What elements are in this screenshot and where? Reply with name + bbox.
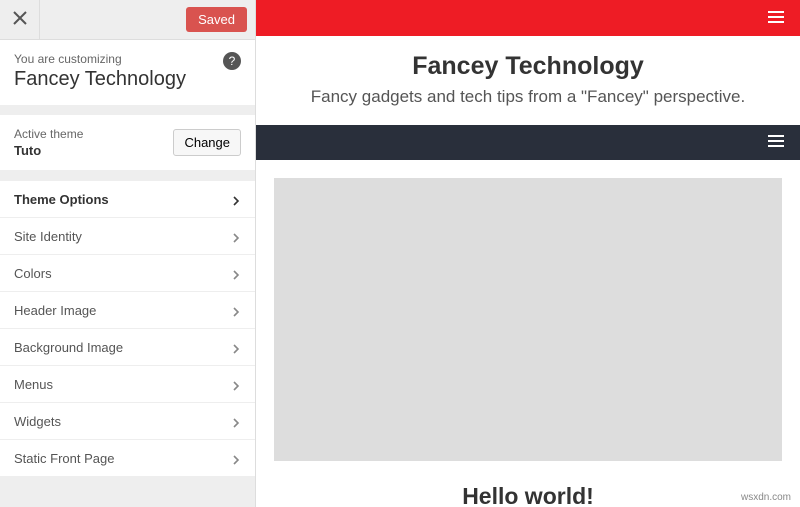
post-card: Hello world! xyxy=(274,178,782,507)
saved-button[interactable]: Saved xyxy=(186,7,247,32)
close-icon xyxy=(13,11,27,28)
panel-colors[interactable]: Colors xyxy=(0,255,255,292)
panel-label: Colors xyxy=(14,266,52,281)
watermark: wsxdn.com xyxy=(738,491,794,504)
customizing-heading: You are customizing Fancey Technology ? xyxy=(0,40,255,105)
chevron-right-icon xyxy=(231,194,241,204)
panel-site-identity[interactable]: Site Identity xyxy=(0,218,255,255)
panel-theme-options[interactable]: Theme Options xyxy=(0,181,255,218)
featured-image-placeholder xyxy=(274,178,782,461)
chevron-right-icon xyxy=(231,231,241,241)
active-theme-block: Active theme Tuto Change xyxy=(0,105,255,171)
site-name: Fancey Technology xyxy=(14,68,241,91)
content-area: Hello world! xyxy=(256,160,800,507)
panel-static-front-page[interactable]: Static Front Page xyxy=(0,440,255,477)
chevron-right-icon xyxy=(231,342,241,352)
panel-label: Header Image xyxy=(14,303,96,318)
active-theme-name: Tuto xyxy=(14,143,83,158)
panel-label: Static Front Page xyxy=(14,451,114,466)
panel-label: Background Image xyxy=(14,340,123,355)
panel-widgets[interactable]: Widgets xyxy=(0,403,255,440)
chevron-right-icon xyxy=(231,453,241,463)
panel-menus[interactable]: Menus xyxy=(0,366,255,403)
customizing-label: You are customizing xyxy=(14,52,241,66)
post-title[interactable]: Hello world! xyxy=(274,483,782,507)
top-accent-bar xyxy=(256,0,800,36)
chevron-right-icon xyxy=(231,416,241,426)
preview-pane: Fancey Technology Fancy gadgets and tech… xyxy=(256,0,800,507)
main-nav-bar xyxy=(256,125,800,160)
change-theme-button[interactable]: Change xyxy=(173,129,241,156)
active-theme-label: Active theme xyxy=(14,127,83,141)
close-button[interactable] xyxy=(0,0,40,40)
divider xyxy=(0,171,255,181)
panel-label: Menus xyxy=(14,377,53,392)
panel-header-image[interactable]: Header Image xyxy=(0,292,255,329)
panel-label: Widgets xyxy=(14,414,61,429)
chevron-right-icon xyxy=(231,268,241,278)
chevron-right-icon xyxy=(231,379,241,389)
help-icon[interactable]: ? xyxy=(223,52,241,70)
customizer-sidebar: Saved You are customizing Fancey Technol… xyxy=(0,0,256,507)
sidebar-footer-space xyxy=(0,477,255,507)
menu-icon[interactable] xyxy=(766,7,786,30)
chevron-right-icon xyxy=(231,305,241,315)
site-tagline: Fancy gadgets and tech tips from a "Fanc… xyxy=(266,87,790,107)
sidebar-header: Saved xyxy=(0,0,255,40)
menu-icon[interactable] xyxy=(766,131,786,154)
panel-label: Site Identity xyxy=(14,229,82,244)
site-branding: Fancey Technology Fancy gadgets and tech… xyxy=(256,36,800,125)
site-title[interactable]: Fancey Technology xyxy=(266,52,790,81)
panel-background-image[interactable]: Background Image xyxy=(0,329,255,366)
panel-label: Theme Options xyxy=(14,192,109,207)
panel-list: Theme Options Site Identity Colors Header I… xyxy=(0,181,255,477)
